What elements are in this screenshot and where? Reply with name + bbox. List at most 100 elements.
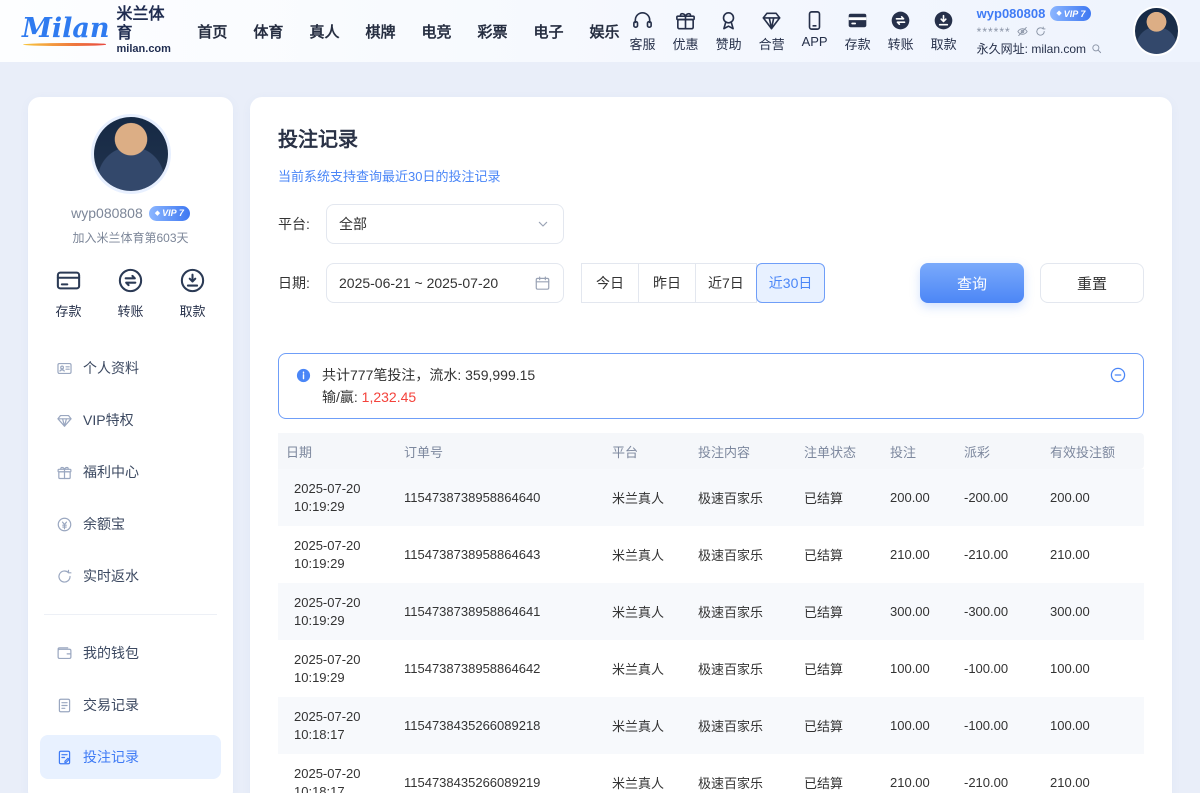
sidebar-menu-item[interactable]: 我的钱包	[40, 631, 221, 675]
refresh-icon[interactable]	[1034, 25, 1047, 38]
cell-payout: -100.00	[956, 697, 1042, 754]
cell-bet-amount: 210.00	[882, 754, 956, 793]
site-url: 永久网址: milan.com	[977, 41, 1086, 57]
page-subtitle: 当前系统支持查询最近30日的投注记录	[278, 166, 1144, 185]
cell-status: 已结算	[796, 469, 882, 526]
cell-order-no: 1154738738958864643	[396, 526, 604, 583]
id-card-icon	[56, 360, 73, 377]
cell-bet-content: 极速百家乐	[690, 583, 796, 640]
rebate-icon	[56, 568, 73, 585]
nav-item[interactable]: 体育	[253, 21, 283, 42]
table-row[interactable]: 2025-07-20 10:19:29 1154738738958864641 …	[278, 583, 1144, 640]
wallet-icon	[56, 645, 73, 662]
quick-range-button[interactable]: 近7日	[695, 263, 757, 303]
sidebar-menu-item[interactable]: 福利中心	[40, 450, 221, 494]
logo-script: Milan	[22, 15, 110, 46]
sidebar-quick-action[interactable]: 取款	[178, 266, 207, 320]
platform-filter-row: 平台: 全部	[278, 204, 1144, 244]
sidebar-avatar[interactable]	[94, 117, 168, 191]
quick-range-button[interactable]: 昨日	[638, 263, 696, 303]
summary-banner: 共计777笔投注，流水: 359,999.15 输/赢: 1,232.45	[278, 353, 1144, 419]
sidebar-menu-primary: 个人资料 VIP特权 福利中心 余额宝	[40, 346, 221, 598]
cell-date: 2025-07-20 10:19:29	[278, 526, 396, 583]
column-header: 平台	[604, 433, 690, 469]
nav-item[interactable]: 首页	[197, 21, 227, 42]
collapse-icon[interactable]	[1109, 366, 1127, 384]
header-quick-action[interactable]: APP	[802, 9, 828, 53]
sidebar-menu-item[interactable]: VIP特权	[40, 398, 221, 442]
sidebar-menu-item-label: VIP特权	[83, 410, 134, 430]
user-avatar[interactable]	[1135, 8, 1178, 54]
magnifier-icon[interactable]	[1090, 42, 1103, 55]
nav-item[interactable]: 电竞	[421, 21, 451, 42]
page-body: wyp080808 VIP 7 加入米兰体育第603天 存款 转账 取款	[0, 62, 1200, 793]
cell-order-no: 1154738738958864641	[396, 583, 604, 640]
sidebar-quick-action[interactable]: 存款	[54, 266, 83, 320]
sidebar-menu-item[interactable]: 实时返水	[40, 554, 221, 598]
column-header: 派彩	[956, 433, 1042, 469]
platform-select[interactable]: 全部	[326, 204, 564, 244]
header-quick-action[interactable]: 客服	[630, 9, 656, 53]
platform-label: 平台:	[278, 214, 326, 234]
info-icon	[295, 367, 312, 384]
join-days-text: 加入米兰体育第603天	[40, 229, 221, 246]
table-row[interactable]: 2025-07-20 10:19:29 1154738738958864643 …	[278, 526, 1144, 583]
quick-range-button[interactable]: 今日	[581, 263, 639, 303]
bet-records-table: 日期订单号平台投注内容注单状态投注派彩有效投注额 2025-07-20 10:1…	[278, 433, 1144, 793]
nav-item[interactable]: 娱乐	[590, 21, 620, 42]
sidebar-menu-item[interactable]: 投注记录	[40, 735, 221, 779]
main-panel: 投注记录 当前系统支持查询最近30日的投注记录 平台: 全部 日期: 2025-…	[250, 97, 1172, 793]
table-row[interactable]: 2025-07-20 10:18:17 1154738435266089218 …	[278, 697, 1144, 754]
table-row[interactable]: 2025-07-20 10:19:29 1154738738958864640 …	[278, 469, 1144, 526]
cell-bet-amount: 200.00	[882, 469, 956, 526]
cell-valid-amount: 210.00	[1042, 754, 1144, 793]
cell-date: 2025-07-20 10:19:29	[278, 469, 396, 526]
top-header: Milan 米兰体育 milan.com 首页 体育 真人 棋牌 电竞 彩票 电子 娱乐 客服…	[0, 0, 1200, 62]
header-quick-action[interactable]: 存款	[845, 9, 871, 53]
cell-payout: -210.00	[956, 526, 1042, 583]
main-nav: 首页 体育 真人 棋牌 电竞 彩票 电子 娱乐	[197, 21, 619, 42]
phone-icon	[803, 9, 826, 32]
table-row[interactable]: 2025-07-20 10:19:29 1154738738958864642 …	[278, 640, 1144, 697]
header-quick-action[interactable]: 转账	[888, 9, 914, 53]
sidebar-menu-item-label: 实时返水	[83, 566, 139, 586]
reset-button[interactable]: 重置	[1040, 263, 1144, 303]
table-row[interactable]: 2025-07-20 10:18:17 1154738435266089219 …	[278, 754, 1144, 793]
quick-range-button[interactable]: 近30日	[756, 263, 826, 303]
trade-doc-icon	[56, 697, 73, 714]
sidebar-menu-item-label: 福利中心	[83, 462, 139, 482]
nav-item[interactable]: 棋牌	[365, 21, 395, 42]
eye-off-icon[interactable]	[1016, 25, 1029, 38]
header-quick-action[interactable]: 合营	[759, 9, 785, 53]
nav-item[interactable]: 彩票	[477, 21, 507, 42]
cell-status: 已结算	[796, 697, 882, 754]
cell-bet-amount: 300.00	[882, 583, 956, 640]
cell-order-no: 1154738435266089218	[396, 697, 604, 754]
headset-icon	[631, 9, 654, 32]
cell-date: 2025-07-20 10:18:17	[278, 754, 396, 793]
cell-bet-amount: 100.00	[882, 697, 956, 754]
header-quick-action[interactable]: 取款	[931, 9, 957, 53]
cell-bet-content: 极速百家乐	[690, 697, 796, 754]
header-quick-action[interactable]: 优惠	[673, 9, 699, 53]
logo[interactable]: Milan 米兰体育 milan.com	[22, 6, 171, 55]
page-title: 投注记录	[278, 123, 1144, 152]
sidebar-quick-action[interactable]: 转账	[116, 266, 145, 320]
search-button[interactable]: 查询	[920, 263, 1024, 303]
sidebar-menu-item[interactable]: 交易记录	[40, 683, 221, 727]
sidebar-menu-item[interactable]: 个人资料	[40, 346, 221, 390]
logo-cn-name: 米兰体育	[117, 6, 172, 43]
withdraw-icon	[178, 266, 207, 295]
nav-item[interactable]: 真人	[309, 21, 339, 42]
cell-bet-amount: 100.00	[882, 640, 956, 697]
cell-valid-amount: 200.00	[1042, 469, 1144, 526]
date-range-picker[interactable]: 2025-06-21 ~ 2025-07-20	[326, 263, 564, 303]
nav-item[interactable]: 电子	[534, 21, 564, 42]
cell-date: 2025-07-20 10:18:17	[278, 697, 396, 754]
masked-balance: ******	[977, 24, 1011, 40]
cell-valid-amount: 100.00	[1042, 640, 1144, 697]
chevron-down-icon	[535, 216, 551, 232]
sidebar-menu-item[interactable]: 余额宝	[40, 502, 221, 546]
bet-doc-icon	[56, 749, 73, 766]
header-quick-action[interactable]: 赞助	[716, 9, 742, 53]
